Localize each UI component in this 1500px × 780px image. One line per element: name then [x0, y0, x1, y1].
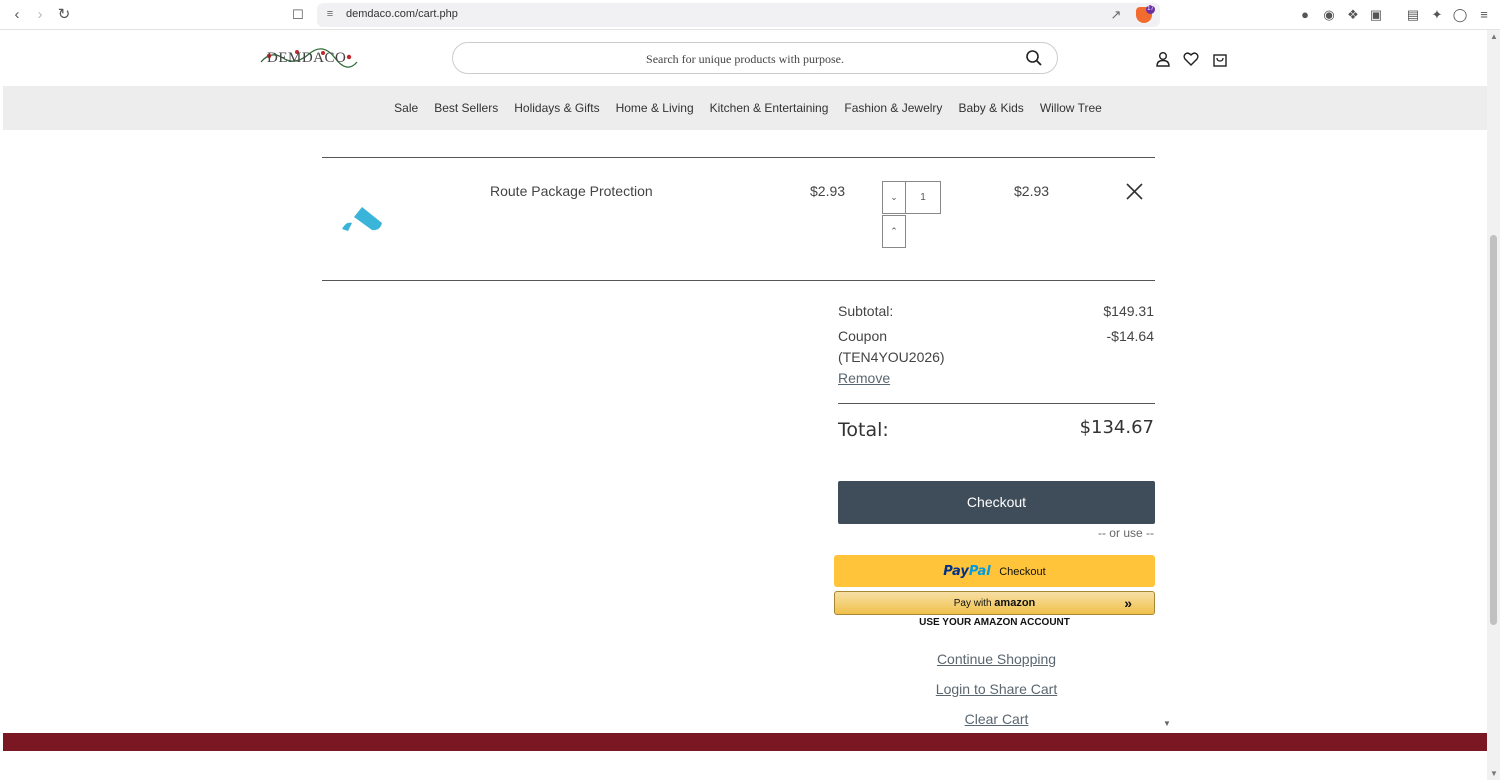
remove-item-icon[interactable]	[1124, 181, 1145, 202]
footer-band	[3, 733, 1487, 751]
nav-item-home-living[interactable]: Home & Living	[616, 101, 694, 115]
total-value: $134.67	[1079, 417, 1154, 438]
extensions-puzzle-icon[interactable]: ❖	[1345, 7, 1361, 23]
paypal-logo: PayPal	[943, 564, 990, 579]
quantity-input[interactable]: 1	[905, 181, 941, 214]
cart-divider	[322, 280, 1155, 281]
logo-text: DEMDACO	[267, 50, 347, 66]
scroll-down-caret-icon: ▼	[1163, 719, 1171, 728]
total-label: Total:	[838, 419, 889, 441]
url-text[interactable]: demdaco.com/cart.php	[346, 8, 458, 20]
footer	[3, 751, 1487, 780]
quantity-increase-button[interactable]: ⌃	[882, 215, 906, 248]
brave-shield-count: 17	[1146, 5, 1155, 14]
demdaco-logo[interactable]: DEMDACO	[259, 46, 359, 70]
nav-item-kitchen-entertaining[interactable]: Kitchen & Entertaining	[710, 101, 829, 115]
quantity-decrease-button[interactable]: ⌄	[882, 181, 906, 214]
nav-item-holidays-gifts[interactable]: Holidays & Gifts	[514, 101, 599, 115]
cart-bag-icon[interactable]	[1211, 50, 1229, 68]
extension-avatar-icon[interactable]: ●	[1297, 7, 1313, 23]
scrollbar-thumb[interactable]	[1490, 235, 1497, 625]
forward-icon[interactable]: ›	[31, 6, 49, 24]
subtotal-label: Subtotal:	[838, 303, 894, 319]
paypal-checkout-label: Checkout	[999, 566, 1046, 578]
page-scrollbar[interactable]: ▲ ▼	[1487, 30, 1500, 780]
login-share-cart-link[interactable]: Login to Share Cart	[838, 681, 1155, 697]
back-icon[interactable]: ‹	[8, 6, 26, 24]
scroll-down-icon[interactable]: ▼	[1490, 769, 1498, 778]
extension-box-icon[interactable]: ▣	[1368, 7, 1384, 23]
coupon-code: (TEN4YOU2026)	[838, 349, 945, 365]
unit-price: $2.93	[810, 183, 846, 199]
subtotal-value: $149.31	[1103, 303, 1154, 319]
amazon-account-caption: USE YOUR AMAZON ACCOUNT	[919, 617, 1070, 628]
double-chevron-icon: »	[1124, 595, 1132, 611]
share-icon[interactable]: ↗	[1108, 7, 1124, 23]
search-icon[interactable]	[1025, 49, 1043, 67]
reload-icon[interactable]: ↻	[55, 6, 73, 24]
nav-item-baby-kids[interactable]: Baby & Kids	[958, 101, 1023, 115]
line-total: $2.93	[1014, 183, 1050, 199]
vpn-shield-icon[interactable]: ◯	[1452, 7, 1468, 23]
amazon-pay-with-label: Pay with	[953, 598, 992, 609]
search-box[interactable]	[452, 42, 1058, 74]
paypal-checkout-button[interactable]: PayPal Checkout	[834, 555, 1155, 587]
coupon-value: -$14.64	[1106, 328, 1154, 344]
clear-cart-link[interactable]: Clear Cart	[838, 711, 1155, 727]
browser-toolbar: ‹ › ↻ ☐ ≡ demdaco.com/cart.php ↗ 17 ● ◉ …	[0, 0, 1500, 30]
leo-ai-icon[interactable]: ✦	[1429, 7, 1445, 23]
checkout-button[interactable]: Checkout	[838, 481, 1155, 524]
bookmark-icon[interactable]: ☐	[289, 6, 307, 24]
paypal-logo-pay: Pay	[943, 564, 969, 579]
address-bar[interactable]: ≡ demdaco.com/cart.php ↗ 17	[317, 3, 1160, 27]
category-nav: Sale Best Sellers Holidays & Gifts Home …	[3, 86, 1487, 130]
nav-item-willow-tree[interactable]: Willow Tree	[1040, 101, 1102, 115]
account-icon[interactable]	[1154, 50, 1172, 68]
product-name[interactable]: Route Package Protection	[490, 183, 653, 199]
menu-icon[interactable]: ≡	[1476, 7, 1492, 23]
wallet-icon[interactable]: ▤	[1405, 7, 1421, 23]
amazon-pay-button[interactable]: Pay with amazon »	[834, 591, 1155, 615]
site-header: DEMDACO	[3, 30, 1487, 86]
search-input[interactable]	[465, 49, 1025, 69]
site-settings-icon[interactable]: ≡	[323, 7, 337, 21]
wishlist-heart-icon[interactable]	[1182, 50, 1200, 68]
coupon-label: Coupon	[838, 328, 888, 344]
continue-shopping-link[interactable]: Continue Shopping	[838, 651, 1155, 667]
nav-item-best-sellers[interactable]: Best Sellers	[434, 101, 498, 115]
nav-item-fashion-jewelry[interactable]: Fashion & Jewelry	[844, 101, 942, 115]
scroll-up-icon[interactable]: ▲	[1490, 32, 1498, 41]
total-divider	[838, 403, 1155, 404]
paypal-logo-pal: Pal	[968, 564, 991, 579]
amazon-logo: amazon	[994, 597, 1036, 609]
nav-item-sale[interactable]: Sale	[394, 101, 418, 115]
remove-coupon-link[interactable]: Remove	[838, 370, 890, 386]
route-logo-icon[interactable]	[340, 203, 384, 233]
cart-divider	[322, 157, 1155, 158]
or-use-text: -- or use --	[1097, 526, 1154, 540]
extension-circle-icon[interactable]: ◉	[1321, 7, 1337, 23]
